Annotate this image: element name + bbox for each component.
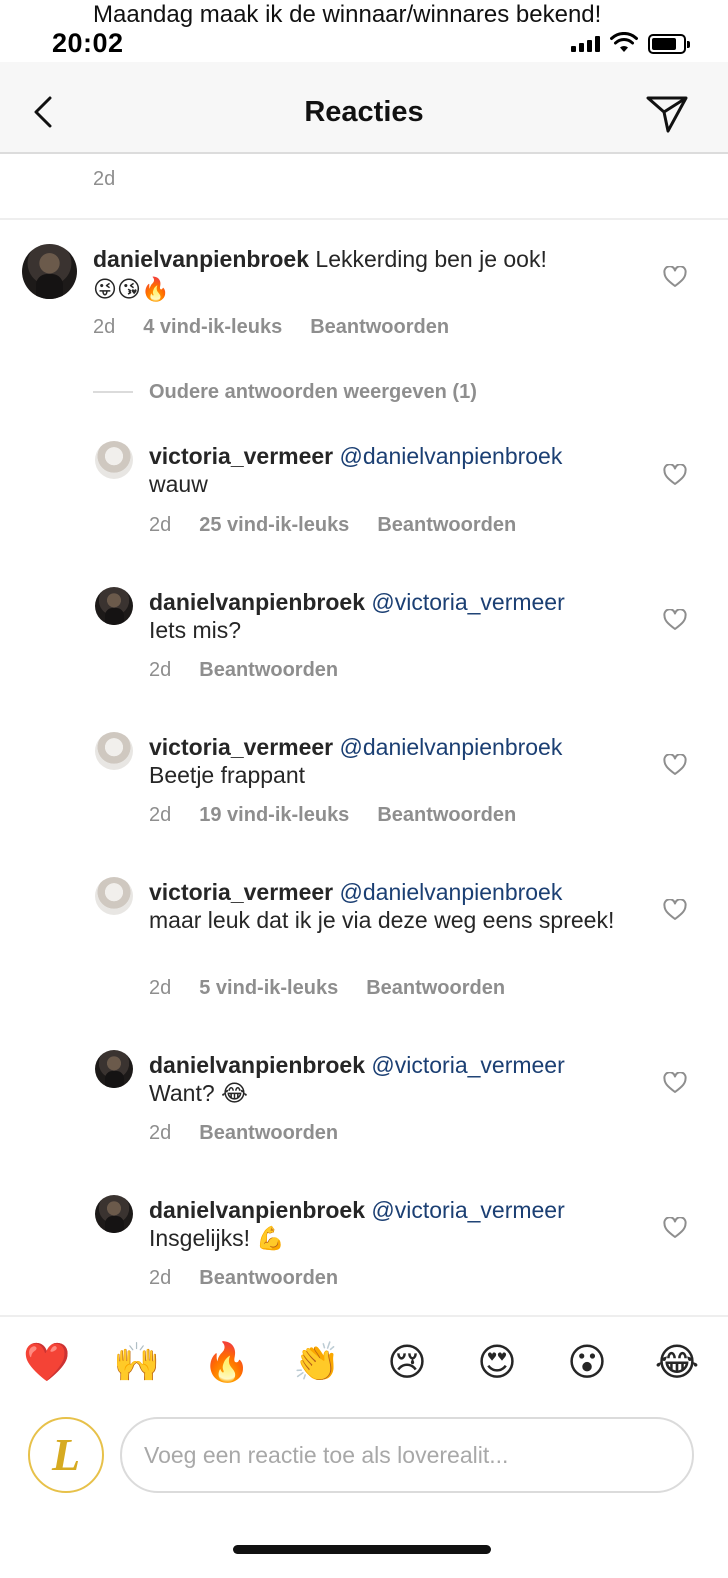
- reply-meta: 2d Beantwoorden: [149, 659, 338, 682]
- reaction-surprised-emoji[interactable]: 😮: [562, 1337, 612, 1387]
- heart-icon[interactable]: [663, 464, 687, 486]
- avatar[interactable]: [95, 1195, 133, 1233]
- reply-time: 2d: [149, 977, 172, 999]
- likes-count[interactable]: 19 vind-ik-leuks: [199, 804, 349, 827]
- reply-button[interactable]: Beantwoorden: [310, 316, 449, 339]
- reaction-heart-emoji[interactable]: ❤️: [22, 1337, 72, 1387]
- reply-mention[interactable]: @danielvanpienbroek: [340, 734, 563, 760]
- page-title: Reacties: [304, 96, 424, 128]
- reply-emoji: 😂: [221, 1081, 248, 1107]
- reply-username[interactable]: danielvanpienbroek: [149, 1052, 365, 1078]
- reply-body: Iets mis?: [149, 617, 242, 643]
- battery-icon: [648, 34, 690, 54]
- reaction-clap-emoji[interactable]: 👏: [292, 1337, 342, 1387]
- reply-username[interactable]: danielvanpienbroek: [149, 1197, 365, 1223]
- likes-count[interactable]: 5 vind-ik-leuks: [199, 977, 338, 1000]
- reply-body: wauw: [149, 471, 208, 497]
- avatar[interactable]: [95, 877, 133, 915]
- heart-icon[interactable]: [663, 899, 687, 921]
- reply-text: danielvanpienbroek @victoria_vermeer Iet…: [149, 588, 619, 644]
- reply-button[interactable]: Beantwoorden: [377, 514, 516, 537]
- view-older-replies[interactable]: Oudere antwoorden weergeven (1): [93, 378, 477, 406]
- wifi-icon: [610, 32, 638, 52]
- previous-comment-time: 2d: [93, 168, 116, 190]
- reply-text: victoria_vermeer @danielvanpienbroek Bee…: [149, 733, 619, 789]
- heart-icon[interactable]: [663, 1217, 687, 1239]
- status-bar: 20:02: [0, 28, 728, 62]
- reply-time: 2d: [149, 1267, 172, 1289]
- reply-meta: 2d 19 vind-ik-leuks Beantwoorden: [149, 804, 516, 827]
- reply-meta: 2d Beantwoorden: [149, 1267, 338, 1290]
- home-indicator[interactable]: [233, 1545, 491, 1554]
- divider: [0, 218, 728, 220]
- reply-mention[interactable]: @victoria_vermeer: [371, 1052, 564, 1078]
- avatar[interactable]: [95, 1050, 133, 1088]
- reaction-heart-eyes-emoji[interactable]: 😍: [472, 1337, 522, 1387]
- comment-body: Lekkerding ben je ook!: [315, 246, 547, 272]
- reaction-fire-emoji[interactable]: 🔥: [202, 1337, 252, 1387]
- comment-emojis: 😜😘🔥: [93, 277, 170, 303]
- logo-letter: L: [51, 1429, 81, 1480]
- reply-mention[interactable]: @danielvanpienbroek: [340, 879, 563, 905]
- avatar[interactable]: [95, 441, 133, 479]
- reply-button[interactable]: Beantwoorden: [199, 1122, 338, 1145]
- reply-button[interactable]: Beantwoorden: [199, 1267, 338, 1290]
- avatar[interactable]: [22, 244, 77, 299]
- reply-time: 2d: [149, 1122, 172, 1144]
- reply-mention[interactable]: @victoria_vermeer: [371, 589, 564, 615]
- reply-username[interactable]: danielvanpienbroek: [149, 589, 365, 615]
- likes-count[interactable]: 4 vind-ik-leuks: [143, 316, 282, 339]
- reply-button[interactable]: Beantwoorden: [366, 977, 505, 1000]
- reply-text: danielvanpienbroek @victoria_vermeer Wan…: [149, 1051, 619, 1108]
- status-time: 20:02: [52, 28, 124, 58]
- reply-username[interactable]: victoria_vermeer: [149, 879, 333, 905]
- comment-username[interactable]: danielvanpienbroek: [93, 246, 309, 272]
- quick-reaction-bar: ❤️ 🙌 🔥 👏 😢 😍 😮 😂: [0, 1337, 728, 1389]
- reply-meta: 2d 5 vind-ik-leuks Beantwoorden: [149, 977, 505, 1000]
- heart-icon[interactable]: [663, 1072, 687, 1094]
- reply-username[interactable]: victoria_vermeer: [149, 443, 333, 469]
- reply-mention[interactable]: @danielvanpienbroek: [340, 443, 563, 469]
- reply-emoji: 💪: [256, 1226, 286, 1252]
- comment-input[interactable]: [120, 1417, 694, 1493]
- avatar[interactable]: [95, 587, 133, 625]
- reply-body: Want?: [149, 1080, 215, 1106]
- heart-icon[interactable]: [663, 754, 687, 776]
- reaction-raised-hands-emoji[interactable]: 🙌: [112, 1337, 162, 1387]
- reply-text: victoria_vermeer @danielvanpienbroek wau…: [149, 442, 619, 498]
- divider: [0, 1315, 728, 1317]
- likes-count[interactable]: 25 vind-ik-leuks: [199, 514, 349, 537]
- comment-time: 2d: [93, 316, 116, 338]
- reaction-laughing-emoji[interactable]: 😂: [652, 1337, 702, 1387]
- reply-button[interactable]: Beantwoorden: [199, 659, 338, 682]
- reply-mention[interactable]: @victoria_vermeer: [371, 1197, 564, 1223]
- reply-body: Beetje frappant: [149, 762, 306, 788]
- navigation-bar: Reacties: [0, 62, 728, 154]
- paper-plane-icon[interactable]: [644, 94, 690, 134]
- reply-time: 2d: [149, 659, 172, 681]
- reply-text: victoria_vermeer @danielvanpienbroek maa…: [149, 878, 619, 934]
- reply-time: 2d: [149, 514, 172, 536]
- reply-button[interactable]: Beantwoorden: [377, 804, 516, 827]
- composer-avatar: L: [28, 1417, 104, 1493]
- overlay-caption: Maandag maak ik de winnaar/winnares beke…: [93, 1, 602, 28]
- older-replies-label[interactable]: Oudere antwoorden weergeven (1): [149, 381, 477, 404]
- comment-text: danielvanpienbroek Lekkerding ben je ook…: [93, 244, 613, 305]
- reply-body: Insgelijks!: [149, 1225, 250, 1251]
- reply-body: maar leuk dat ik je via deze weg eens sp…: [149, 907, 615, 933]
- heart-icon[interactable]: [663, 609, 687, 631]
- reply-time: 2d: [149, 804, 172, 826]
- reply-meta: 2d Beantwoorden: [149, 1122, 338, 1145]
- avatar[interactable]: [95, 732, 133, 770]
- reaction-crying-emoji[interactable]: 😢: [382, 1337, 432, 1387]
- reply-meta: 2d 25 vind-ik-leuks Beantwoorden: [149, 514, 516, 537]
- cellular-signal-icon: [571, 36, 600, 52]
- heart-icon[interactable]: [663, 266, 687, 288]
- comment-meta: 2d 4 vind-ik-leuks Beantwoorden: [93, 316, 449, 339]
- reply-username[interactable]: victoria_vermeer: [149, 734, 333, 760]
- reply-text: danielvanpienbroek @victoria_vermeer Ins…: [149, 1196, 619, 1253]
- divider: [93, 391, 133, 393]
